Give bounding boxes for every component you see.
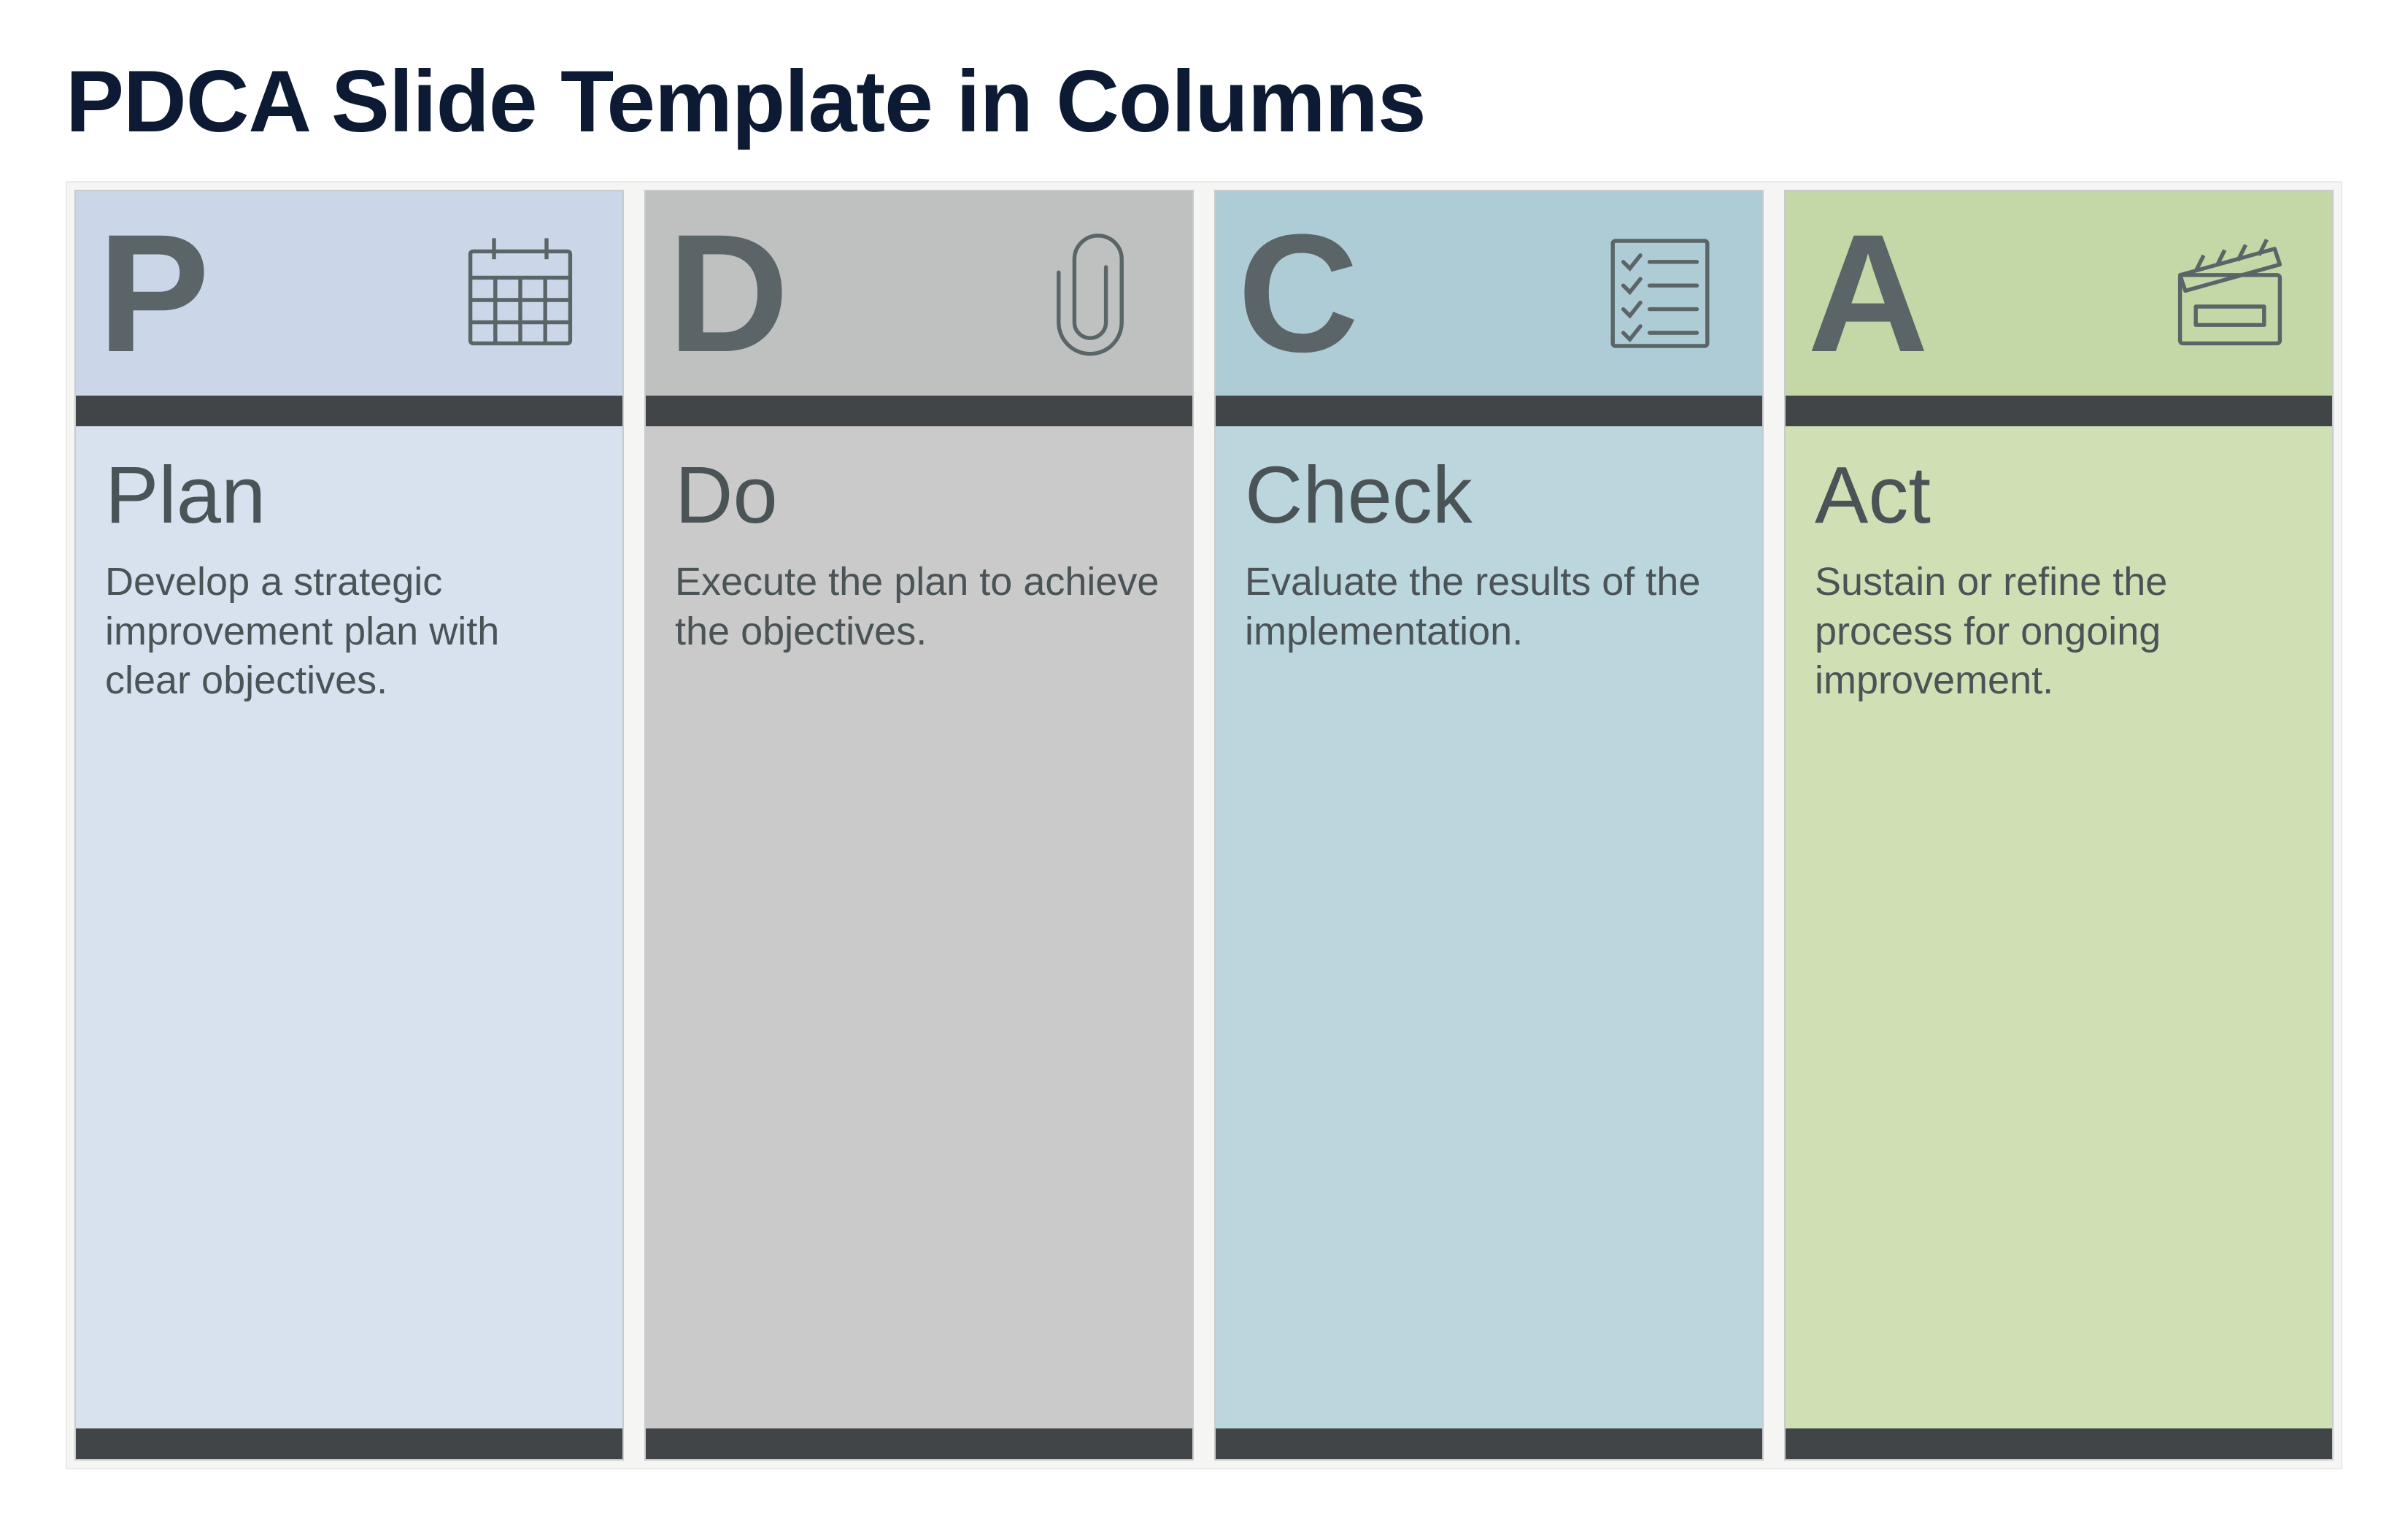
column-description: Develop a strategic improvement plan wit… — [105, 558, 593, 706]
checklist-icon — [1594, 228, 1726, 359]
calendar-icon — [455, 228, 586, 359]
column-word: Act — [1815, 455, 2303, 536]
column-body: Act Sustain or refine the process for on… — [1786, 426, 2332, 1428]
columns-wrap: P Plan — [66, 181, 2342, 1469]
column-description: Execute the plan to achieve the objectiv… — [675, 558, 1163, 656]
column-word: Check — [1245, 455, 1733, 536]
column-header: A — [1786, 191, 2332, 396]
clapperboard-icon — [2164, 228, 2296, 359]
column-letter: A — [1807, 209, 1929, 377]
slide-title: PDCA Slide Template in Columns — [66, 51, 2342, 152]
column-word: Plan — [105, 455, 593, 536]
column-body: Plan Develop a strategic improvement pla… — [76, 426, 622, 1428]
column-plan: P Plan — [74, 190, 624, 1461]
column-check: C Check — [1214, 190, 1764, 1461]
divider-bar — [1786, 396, 2332, 426]
column-footer-bar — [76, 1428, 622, 1459]
paperclip-icon — [1024, 228, 1156, 359]
divider-bar — [1216, 396, 1762, 426]
column-description: Evaluate the results of the implementati… — [1245, 558, 1733, 656]
column-letter: D — [668, 209, 789, 377]
column-do: D Do Execute the plan to achieve the obj… — [644, 190, 1194, 1461]
divider-bar — [646, 396, 1192, 426]
column-word: Do — [675, 455, 1163, 536]
column-body: Check Evaluate the results of the implem… — [1216, 426, 1762, 1428]
column-header: P — [76, 191, 622, 396]
column-footer-bar — [646, 1428, 1192, 1459]
column-footer-bar — [1216, 1428, 1762, 1459]
divider-bar — [76, 396, 622, 426]
column-header: C — [1216, 191, 1762, 396]
column-description: Sustain or refine the process for ongoin… — [1815, 558, 2303, 706]
slide: PDCA Slide Template in Columns P — [0, 0, 2408, 1535]
column-letter: P — [98, 209, 209, 377]
column-body: Do Execute the plan to achieve the objec… — [646, 426, 1192, 1428]
column-act: A Act Sustain or refine the proc — [1784, 190, 2334, 1461]
column-letter: C — [1238, 209, 1359, 377]
column-footer-bar — [1786, 1428, 2332, 1459]
column-header: D — [646, 191, 1192, 396]
